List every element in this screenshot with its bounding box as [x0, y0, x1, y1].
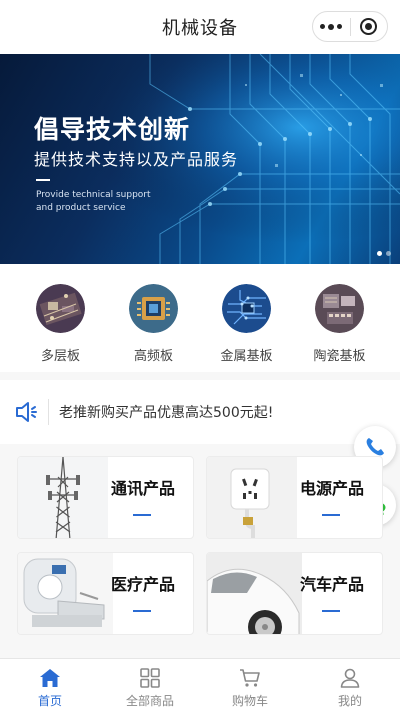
category-label: 陶瓷基板: [313, 349, 366, 364]
banner-divider: [36, 179, 50, 181]
product-card-communication[interactable]: 通讯产品: [17, 456, 194, 539]
category-label: 多层板: [40, 349, 80, 364]
hero-banner[interactable]: 倡导技术创新 提供技术支持以及产品服务 Provide technical su…: [0, 54, 400, 264]
pcb-ceramic-icon: [315, 284, 364, 333]
tab-label: 我的: [337, 694, 362, 708]
category-item-high-frequency[interactable]: 高频板: [119, 284, 189, 372]
announcement-text: 老推新购买产品优惠高达500元起!: [59, 405, 274, 421]
announcement-divider: [48, 399, 49, 425]
category-item-multilayer[interactable]: 多层板: [26, 284, 96, 372]
grid-icon: [140, 668, 160, 688]
pcb-metal-icon: [222, 284, 271, 333]
speaker-icon: [16, 402, 37, 422]
user-icon: [340, 668, 360, 688]
top-bar: 机械设备: [0, 0, 400, 54]
tab-profile[interactable]: 我的: [300, 659, 400, 712]
product-card-underline: [322, 514, 340, 516]
banner-english-line-2: and product service: [36, 203, 126, 213]
category-label: 金属基板: [220, 349, 273, 364]
pcb-chip-icon: [129, 284, 178, 333]
category-row: 多层板 高频板 金属基板 陶瓷基板: [0, 264, 400, 372]
page: 机械设备 倡导技术创新 提供技术支持以及产品服务 Provide technic…: [0, 0, 400, 712]
medical-device-image: [18, 553, 113, 634]
banner-dot[interactable]: [386, 251, 391, 256]
cart-icon: [240, 669, 260, 687]
bottom-tab-bar: 首页 全部商品 购物车 我的: [0, 658, 400, 712]
announcement-bar[interactable]: 老推新购买产品优惠高达500元起!: [0, 380, 400, 444]
product-card-title: 汽车产品: [299, 575, 364, 594]
tab-home[interactable]: 首页: [0, 659, 100, 712]
phone-icon: [366, 438, 384, 456]
more-dots-icon[interactable]: [313, 12, 350, 41]
product-card-title: 通讯产品: [110, 479, 175, 498]
product-card-power[interactable]: 电源产品: [206, 456, 383, 539]
target-close-icon[interactable]: [350, 12, 387, 41]
car-image: [207, 553, 302, 634]
pcb-multilayer-icon: [36, 284, 85, 333]
tab-all-products[interactable]: 全部商品: [100, 659, 200, 712]
category-label: 高频板: [133, 349, 173, 364]
page-title: 机械设备: [162, 18, 238, 39]
banner-subheadline: 提供技术支持以及产品服务: [34, 150, 239, 169]
product-card-underline: [133, 514, 151, 516]
mini-program-capsule: [312, 11, 388, 42]
tab-label: 首页: [37, 694, 62, 708]
banner-pagination[interactable]: [377, 251, 391, 256]
banner-headline: 倡导技术创新: [34, 115, 191, 144]
product-card-title: 医疗产品: [110, 575, 175, 594]
category-item-metal-base[interactable]: 金属基板: [212, 284, 282, 372]
product-card-underline: [322, 610, 340, 612]
product-card-automotive[interactable]: 汽车产品: [206, 552, 383, 635]
category-item-ceramic-base[interactable]: 陶瓷基板: [305, 284, 375, 372]
banner-dot-active[interactable]: [377, 251, 382, 256]
product-card-title: 电源产品: [299, 479, 364, 498]
product-card-underline: [133, 610, 151, 612]
home-icon: [40, 669, 60, 687]
banner-english-line-1: Provide technical support: [36, 190, 151, 200]
product-card-medical[interactable]: 医疗产品: [17, 552, 194, 635]
telecom-tower-image: [18, 457, 108, 538]
tab-label: 购物车: [231, 694, 268, 708]
tab-label: 全部商品: [125, 694, 174, 708]
power-socket-image: [207, 457, 297, 538]
tab-cart[interactable]: 购物车: [200, 659, 300, 712]
